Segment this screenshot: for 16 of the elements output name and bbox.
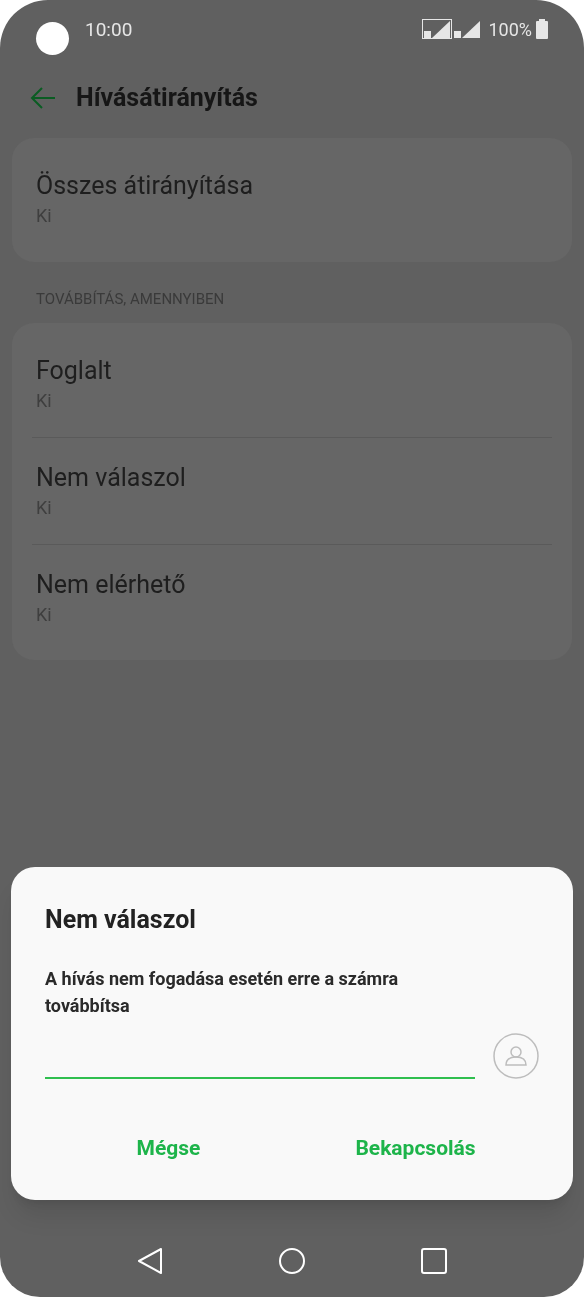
battery-icon — [536, 19, 548, 39]
item-title: Nem elérhető — [36, 568, 187, 601]
back-icon[interactable] — [137, 1247, 164, 1275]
item-title: Összes átirányítása — [36, 170, 255, 202]
confirm-button[interactable]: Bekapcsolás — [292, 1126, 539, 1170]
dialog-title: Nem válaszol — [45, 904, 197, 936]
clock: 10:00 — [85, 16, 133, 43]
item-title: Foglalt — [36, 354, 113, 387]
page-title: Hívásátirányítás — [76, 82, 258, 115]
cancel-button[interactable]: Mégse — [45, 1126, 292, 1170]
dialog-message: A hívás nem fogadása esetén erre a számra továbbítsa — [45, 966, 400, 1018]
camera-hole — [36, 21, 69, 55]
recent-apps-icon[interactable] — [420, 1248, 447, 1274]
battery-percentage: 100% — [488, 17, 532, 42]
item-title: Nem válaszol — [36, 461, 187, 494]
home-icon[interactable] — [278, 1247, 306, 1275]
